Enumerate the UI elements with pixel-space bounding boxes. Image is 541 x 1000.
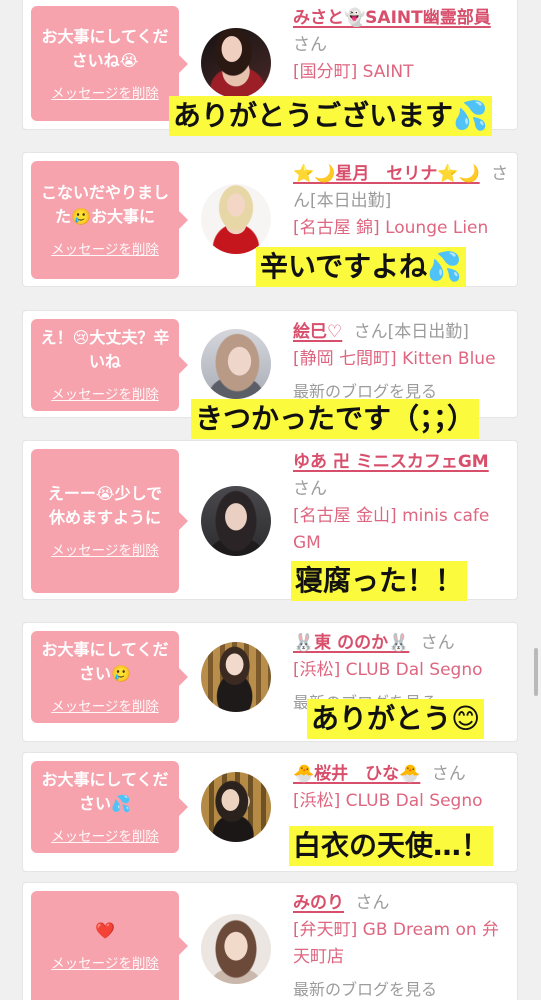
cast-avatar[interactable]	[201, 28, 271, 98]
store-link[interactable]: [浜松] CLUB Dal Segno	[293, 657, 515, 684]
cast-avatar[interactable]	[201, 486, 271, 556]
cast-name-line: みのり さん	[293, 890, 515, 917]
reply-caption: 白衣の天使…！	[289, 826, 494, 866]
delete-message-link[interactable]: メッセージを削除	[51, 542, 159, 560]
message-card: えーー😭少しで休めますように メッセージを削除 ゆあ 卍 ミニスカフェGM さん…	[22, 440, 518, 601]
store-link[interactable]: [名古屋 金山] minis cafe GM	[293, 503, 515, 557]
message-text: え！😢大丈夫？辛いね	[40, 328, 170, 371]
message-bubble: ❤️ メッセージを削除	[31, 891, 188, 1000]
honorific: さん	[353, 322, 388, 342]
cast-avatar[interactable]	[201, 914, 271, 984]
cast-name-link[interactable]: みさと👻SAINT幽霊部員	[293, 8, 491, 28]
reply-caption: ありがとう😊	[307, 699, 485, 739]
store-link[interactable]: [静岡 七間町] Kitten Blue	[293, 346, 515, 373]
message-text: お大事にしてください💦	[41, 770, 169, 813]
honorific: さん	[355, 893, 390, 913]
message-bubble: お大事にしてくださいね😭 メッセージを削除	[31, 6, 188, 121]
reply-caption: 寝腐った！！	[291, 561, 468, 601]
message-card: お大事にしてください🥲 メッセージを削除 🐰東 ののか🐰 さん [浜松] CLU…	[22, 622, 518, 742]
work-status: [本日出勤]	[387, 322, 469, 342]
message-bubble: え！😢大丈夫？辛いね メッセージを削除	[31, 319, 188, 411]
cast-name-link[interactable]: 絵巳♡	[293, 322, 342, 342]
delete-message-link[interactable]: メッセージを削除	[51, 85, 159, 103]
message-card: お大事にしてくださいね😭 メッセージを削除 みさと👻SAINT幽霊部員 さん […	[22, 0, 518, 136]
message-text: えーー😭少しで休めますように	[47, 484, 163, 527]
cast-name-line: ⭐🌙星月 セリナ⭐🌙 さん[本日出勤]	[293, 161, 515, 215]
store-link[interactable]: [国分町] SAINT	[293, 59, 515, 86]
reply-caption: きつかったです（；；）	[191, 399, 480, 439]
message-text: お大事にしてくださいね😭	[41, 26, 169, 70]
delete-message-link[interactable]: メッセージを削除	[51, 241, 159, 259]
message-text: ❤️	[95, 921, 115, 940]
cast-name-line: 絵巳♡ さん[本日出勤]	[293, 319, 515, 346]
store-link[interactable]: [浜松] CLUB Dal Segno	[293, 788, 515, 815]
cast-info: 🐣桜井 ひな🐣 さん [浜松] CLUB Dal Segno	[293, 761, 515, 815]
honorific: さん	[293, 479, 327, 499]
message-card: え！😢大丈夫？辛いね メッセージを削除 絵巳♡ さん[本日出勤] [静岡 七間町…	[22, 310, 518, 439]
cast-avatar[interactable]	[201, 642, 271, 712]
cast-name-link[interactable]: 🐣桜井 ひな🐣	[293, 764, 420, 784]
cast-avatar[interactable]	[201, 184, 271, 254]
delete-message-link[interactable]: メッセージを削除	[51, 828, 159, 846]
message-card: ❤️ メッセージを削除 みのり さん [弁天町] GB Dream on 弁天町…	[22, 882, 518, 1000]
honorific: さん	[293, 35, 327, 55]
cast-name-line: 🐣桜井 ひな🐣 さん	[293, 761, 515, 788]
cast-name-line: みさと👻SAINT幽霊部員 さん	[293, 5, 515, 59]
cast-info: みさと👻SAINT幽霊部員 さん [国分町] SAINT	[293, 5, 515, 86]
message-text: こないだやりました🥲お大事に	[40, 183, 169, 226]
reply-caption: 辛いですよね💦	[256, 247, 467, 287]
cast-name-link[interactable]: みのり	[293, 893, 344, 913]
honorific: さん	[431, 764, 466, 784]
cast-avatar[interactable]	[201, 329, 271, 399]
cast-name-line: 🐰東 ののか🐰 さん	[293, 630, 515, 657]
message-bubble: お大事にしてください💦 メッセージを削除	[31, 761, 188, 853]
message-bubble: えーー😭少しで休めますように メッセージを削除	[31, 449, 188, 593]
store-link[interactable]: [弁天町] GB Dream on 弁天町店	[293, 917, 515, 971]
cast-name-link[interactable]: ⭐🌙星月 セリナ⭐🌙	[293, 164, 480, 184]
latest-blog-link[interactable]: 最新のブログを見る	[293, 979, 515, 1000]
reply-caption: ありがとうございます💦	[169, 96, 492, 136]
store-link[interactable]: [名古屋 錦] Lounge Lien	[293, 215, 515, 242]
cast-info: 絵巳♡ さん[本日出勤] [静岡 七間町] Kitten Blue 最新のブログ…	[293, 319, 515, 403]
message-bubble: お大事にしてください🥲 メッセージを削除	[31, 631, 188, 723]
cast-info: ⭐🌙星月 セリナ⭐🌙 さん[本日出勤] [名古屋 錦] Lounge Lien	[293, 161, 515, 242]
scrollbar-thumb[interactable]	[534, 648, 538, 696]
cast-info: みのり さん [弁天町] GB Dream on 弁天町店 最新のブログを見る	[293, 890, 515, 1000]
delete-message-link[interactable]: メッセージを削除	[51, 386, 159, 404]
message-bubble: こないだやりました🥲お大事に メッセージを削除	[31, 161, 188, 279]
message-card: お大事にしてください💦 メッセージを削除 🐣桜井 ひな🐣 さん [浜松] CLU…	[22, 752, 518, 872]
cast-name-link[interactable]: 🐰東 ののか🐰	[293, 633, 409, 653]
cast-info: ゆあ 卍 ミニスカフェGM さん [名古屋 金山] minis cafe GM	[293, 449, 515, 557]
delete-message-link[interactable]: メッセージを削除	[51, 955, 159, 973]
cast-avatar[interactable]	[201, 772, 271, 842]
cast-name-line: ゆあ 卍 ミニスカフェGM さん	[293, 449, 515, 503]
delete-message-link[interactable]: メッセージを削除	[51, 698, 159, 716]
work-status: [本日出勤]	[310, 191, 392, 211]
message-card: こないだやりました🥲お大事に メッセージを削除 ⭐🌙星月 セリナ⭐🌙 さん[本日…	[22, 152, 518, 287]
honorific: さん	[420, 633, 455, 653]
message-text: お大事にしてください🥲	[41, 640, 169, 683]
cast-name-link[interactable]: ゆあ 卍 ミニスカフェGM	[293, 452, 489, 472]
